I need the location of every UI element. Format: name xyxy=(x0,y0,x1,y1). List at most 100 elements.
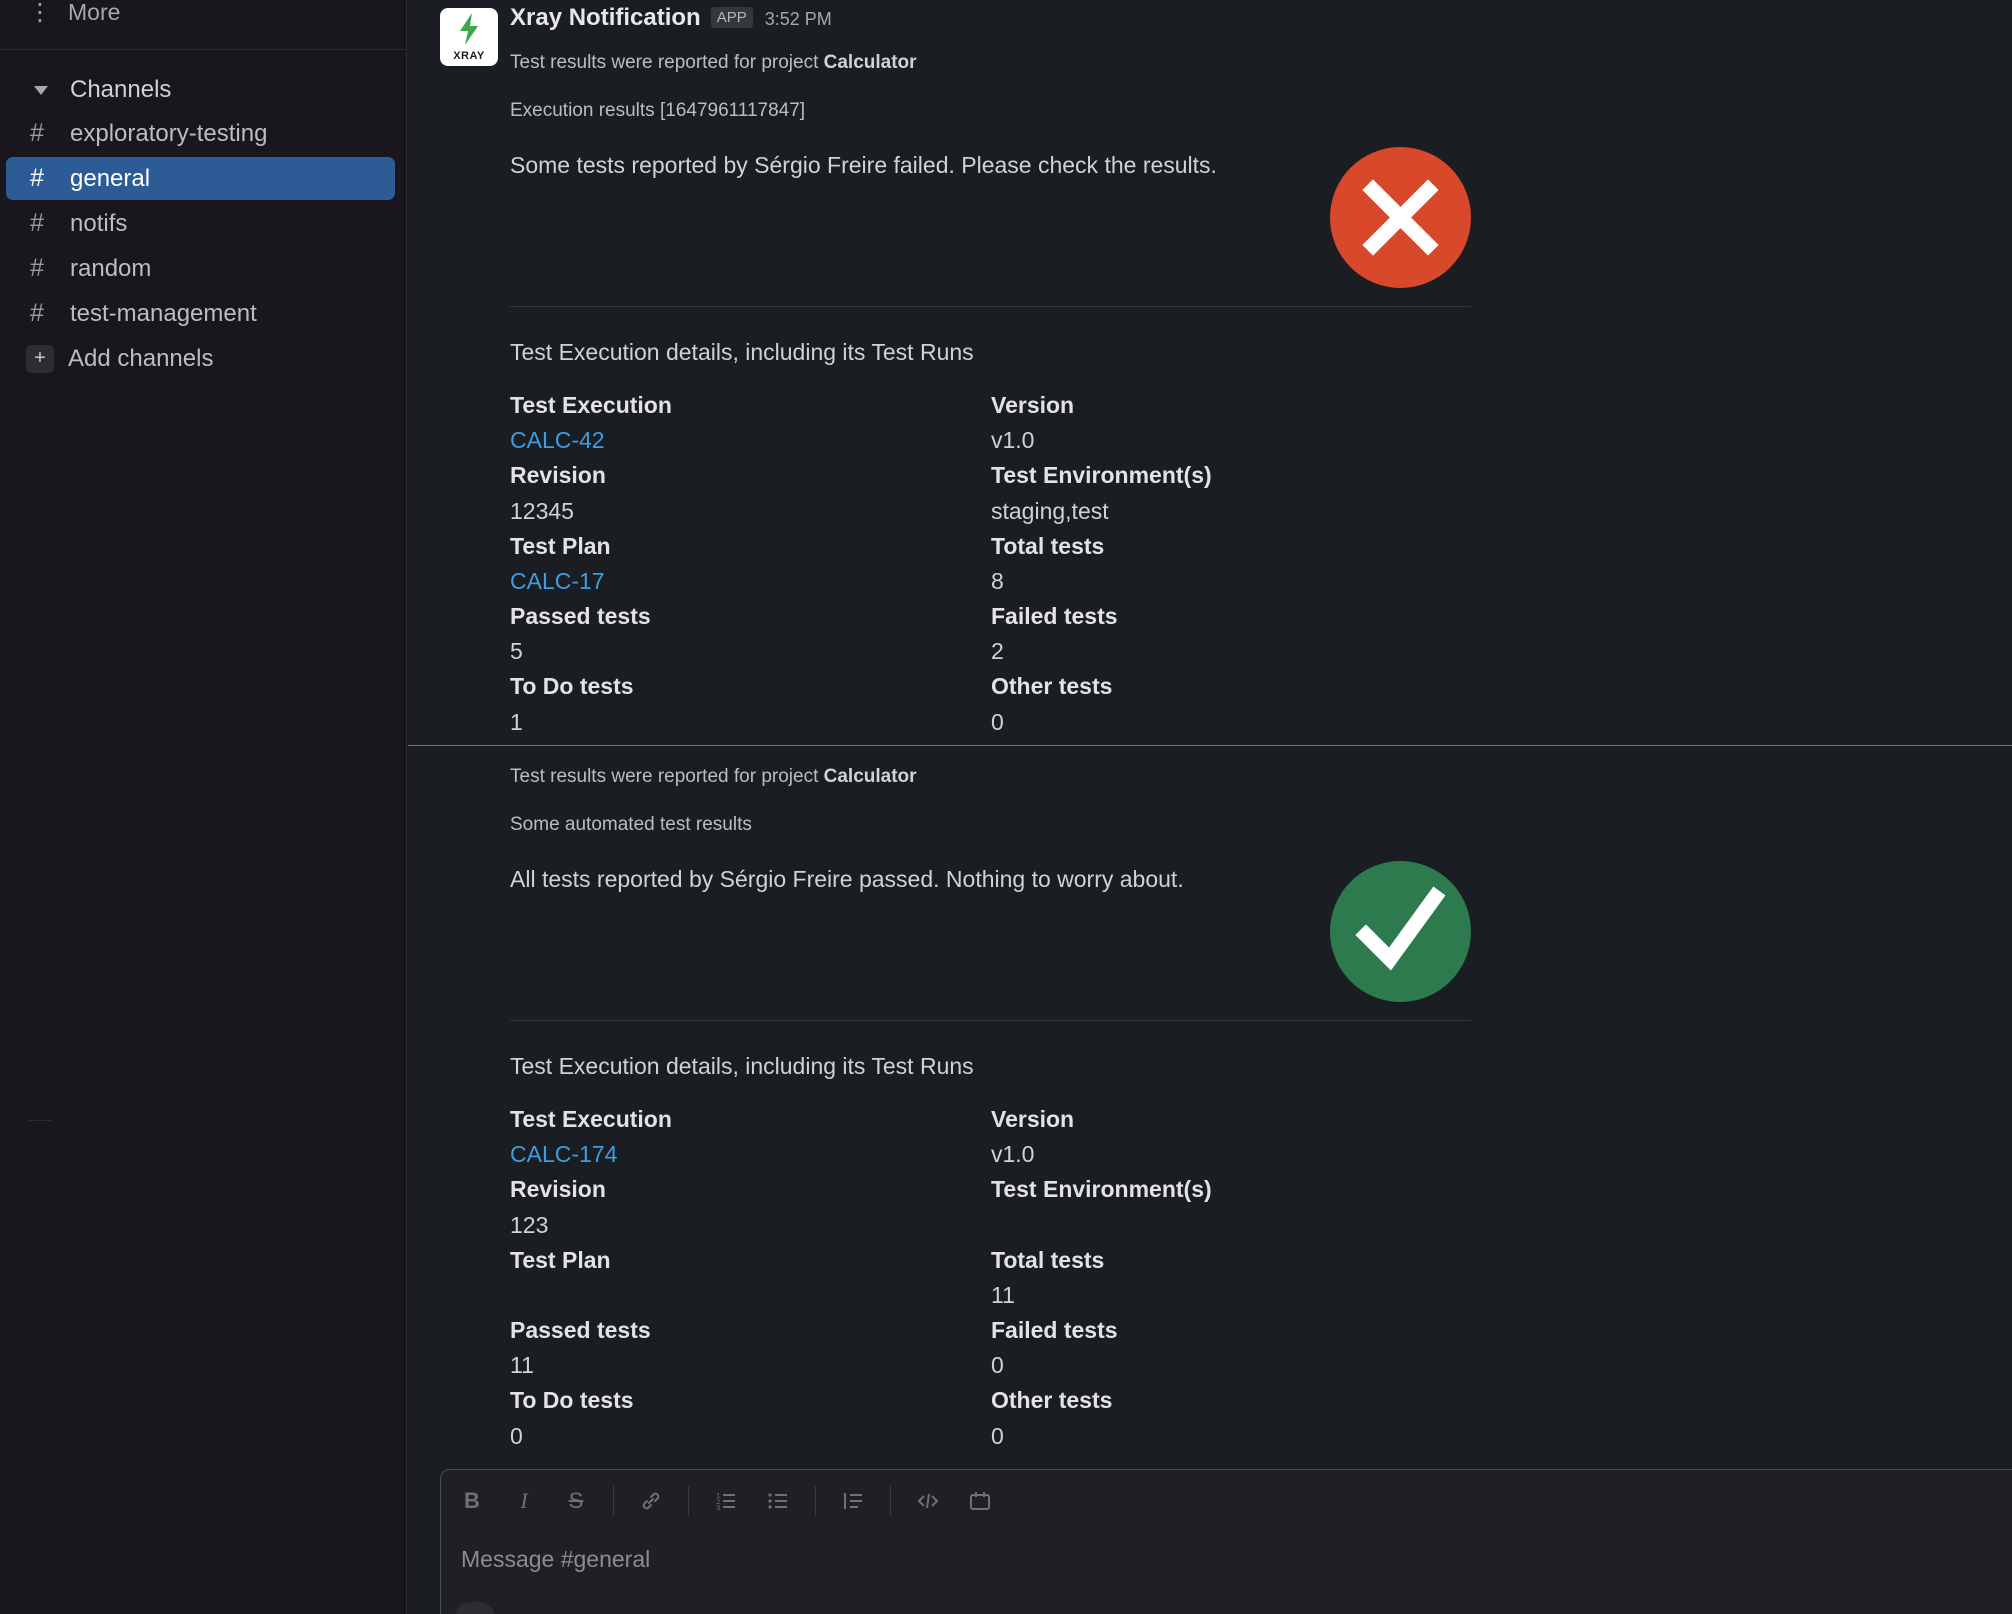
attach-button[interactable] xyxy=(455,1602,495,1614)
result-summary: Some tests reported by Sérgio Freire fai… xyxy=(510,152,1217,178)
hash-icon: # xyxy=(30,164,44,192)
field-label: Failed tests xyxy=(991,1317,1118,1343)
new-messages-divider xyxy=(408,745,2012,746)
field-label: Passed tests xyxy=(510,1317,651,1343)
link-icon[interactable] xyxy=(634,1484,668,1518)
passed-status-icon xyxy=(1330,861,1471,1002)
field-label: Version xyxy=(991,1106,1075,1132)
sidebar: ⋮ More Channels # exploratory-testing # … xyxy=(0,0,407,1614)
field-value: 8 xyxy=(991,568,1004,594)
attachment-title: Execution results [1647961117847] xyxy=(510,100,806,121)
field-label: To Do tests xyxy=(510,1387,634,1413)
test-execution-link[interactable]: CALC-42 xyxy=(510,427,605,454)
blockquote-icon[interactable] xyxy=(836,1484,870,1518)
project-line: Test results were reported for project C… xyxy=(510,52,917,74)
field-label: Test Execution xyxy=(510,1106,672,1132)
check-mark-icon xyxy=(1355,886,1446,971)
xray-bolt-icon xyxy=(460,13,478,45)
composer-bottom-actions xyxy=(455,1602,495,1614)
more-vertical-icon: ⋮ xyxy=(28,0,52,26)
field-label: Revision xyxy=(510,462,606,488)
field-label: Version xyxy=(991,392,1075,418)
message-input[interactable]: Message #general xyxy=(461,1546,650,1573)
sidebar-item-label: test-management xyxy=(70,299,257,327)
project-prefix: Test results were reported for project xyxy=(510,766,824,787)
project-name: Calculator xyxy=(823,52,917,73)
hash-icon: # xyxy=(30,299,44,327)
field-value: 1 xyxy=(510,709,523,735)
caret-down-icon xyxy=(34,85,48,95)
add-channels-label: Add channels xyxy=(68,344,214,372)
channels-section-label: Channels xyxy=(70,76,172,103)
failed-status-icon xyxy=(1330,147,1471,288)
field-label: Other tests xyxy=(991,1387,1113,1413)
sidebar-item-label: notifs xyxy=(70,209,128,237)
strikethrough-icon[interactable]: S xyxy=(559,1484,593,1518)
details-heading: Test Execution details, including its Te… xyxy=(510,1053,974,1079)
field-value: 0 xyxy=(991,1423,1004,1449)
field-label: Passed tests xyxy=(510,603,651,629)
field-value: 5 xyxy=(510,638,523,664)
message-composer[interactable]: B I S 123 Message #general xyxy=(440,1469,2012,1614)
test-plan-link[interactable]: CALC-17 xyxy=(510,568,605,595)
sidebar-item-label: general xyxy=(70,164,151,192)
field-value: 11 xyxy=(991,1282,1015,1308)
xray-avatar[interactable]: XRAY xyxy=(440,8,498,66)
field-value: 11 xyxy=(510,1352,534,1378)
message-header: Xray Notification APP 3:52 PM xyxy=(510,4,832,32)
field-label: Test Environment(s) xyxy=(991,462,1212,488)
field-label: Other tests xyxy=(991,673,1113,699)
field-label: Total tests xyxy=(991,533,1105,559)
bulleted-list-icon[interactable] xyxy=(761,1484,795,1518)
sidebar-item-exploratory-testing[interactable]: # exploratory-testing xyxy=(6,112,395,155)
sidebar-item-general[interactable]: # general xyxy=(6,157,395,200)
project-prefix: Test results were reported for project xyxy=(510,52,824,73)
hash-icon: # xyxy=(30,209,44,237)
avatar-text: XRAY xyxy=(453,50,485,62)
svg-text:3: 3 xyxy=(716,1504,720,1512)
toolbar-separator xyxy=(613,1486,614,1516)
app-badge: APP xyxy=(710,7,753,28)
field-label: To Do tests xyxy=(510,673,634,699)
field-label: Test Environment(s) xyxy=(991,1176,1212,1202)
field-label: Failed tests xyxy=(991,603,1118,629)
sender-name[interactable]: Xray Notification xyxy=(510,4,701,32)
sidebar-item-label: exploratory-testing xyxy=(70,119,268,147)
test-execution-link[interactable]: CALC-174 xyxy=(510,1141,617,1168)
toolbar-separator xyxy=(688,1486,689,1516)
details-heading: Test Execution details, including its Te… xyxy=(510,339,974,365)
sidebar-item-test-management[interactable]: # test-management xyxy=(6,292,395,335)
channels-section-header[interactable]: Channels xyxy=(28,72,171,108)
field-value: 123 xyxy=(510,1212,549,1238)
code-block-icon[interactable] xyxy=(963,1484,997,1518)
sidebar-item-random[interactable]: # random xyxy=(6,247,395,290)
field-value: 2 xyxy=(991,638,1004,664)
field-value: v1.0 xyxy=(991,1141,1035,1167)
field-label: Test Execution xyxy=(510,392,672,418)
field-value: 12345 xyxy=(510,498,574,524)
formatting-toolbar: B I S 123 xyxy=(455,1484,1015,1518)
attachment-divider xyxy=(510,1020,1471,1021)
italic-icon[interactable]: I xyxy=(507,1484,541,1518)
bold-icon[interactable]: B xyxy=(455,1484,489,1518)
field-value: staging,test xyxy=(991,498,1109,524)
field-label: Test Plan xyxy=(510,1247,611,1273)
field-label: Revision xyxy=(510,1176,606,1202)
sidebar-faint-divider xyxy=(28,1120,52,1121)
toolbar-separator xyxy=(890,1486,891,1516)
code-icon[interactable] xyxy=(911,1484,945,1518)
field-value: 0 xyxy=(510,1423,523,1449)
toolbar-separator xyxy=(815,1486,816,1516)
result-summary: All tests reported by Sérgio Freire pass… xyxy=(510,866,1184,892)
ordered-list-icon[interactable]: 123 xyxy=(709,1484,743,1518)
plus-icon: + xyxy=(26,344,54,373)
field-label: Test Plan xyxy=(510,533,611,559)
project-name: Calculator xyxy=(823,766,917,787)
sidebar-item-label: random xyxy=(70,254,152,282)
add-channels-button[interactable]: + Add channels xyxy=(6,337,395,380)
sidebar-more[interactable]: ⋮ More xyxy=(28,0,120,30)
sidebar-item-notifs[interactable]: # notifs xyxy=(6,202,395,245)
x-mark-icon xyxy=(1362,179,1439,256)
sidebar-more-label: More xyxy=(68,0,121,25)
message-timestamp[interactable]: 3:52 PM xyxy=(765,9,832,30)
